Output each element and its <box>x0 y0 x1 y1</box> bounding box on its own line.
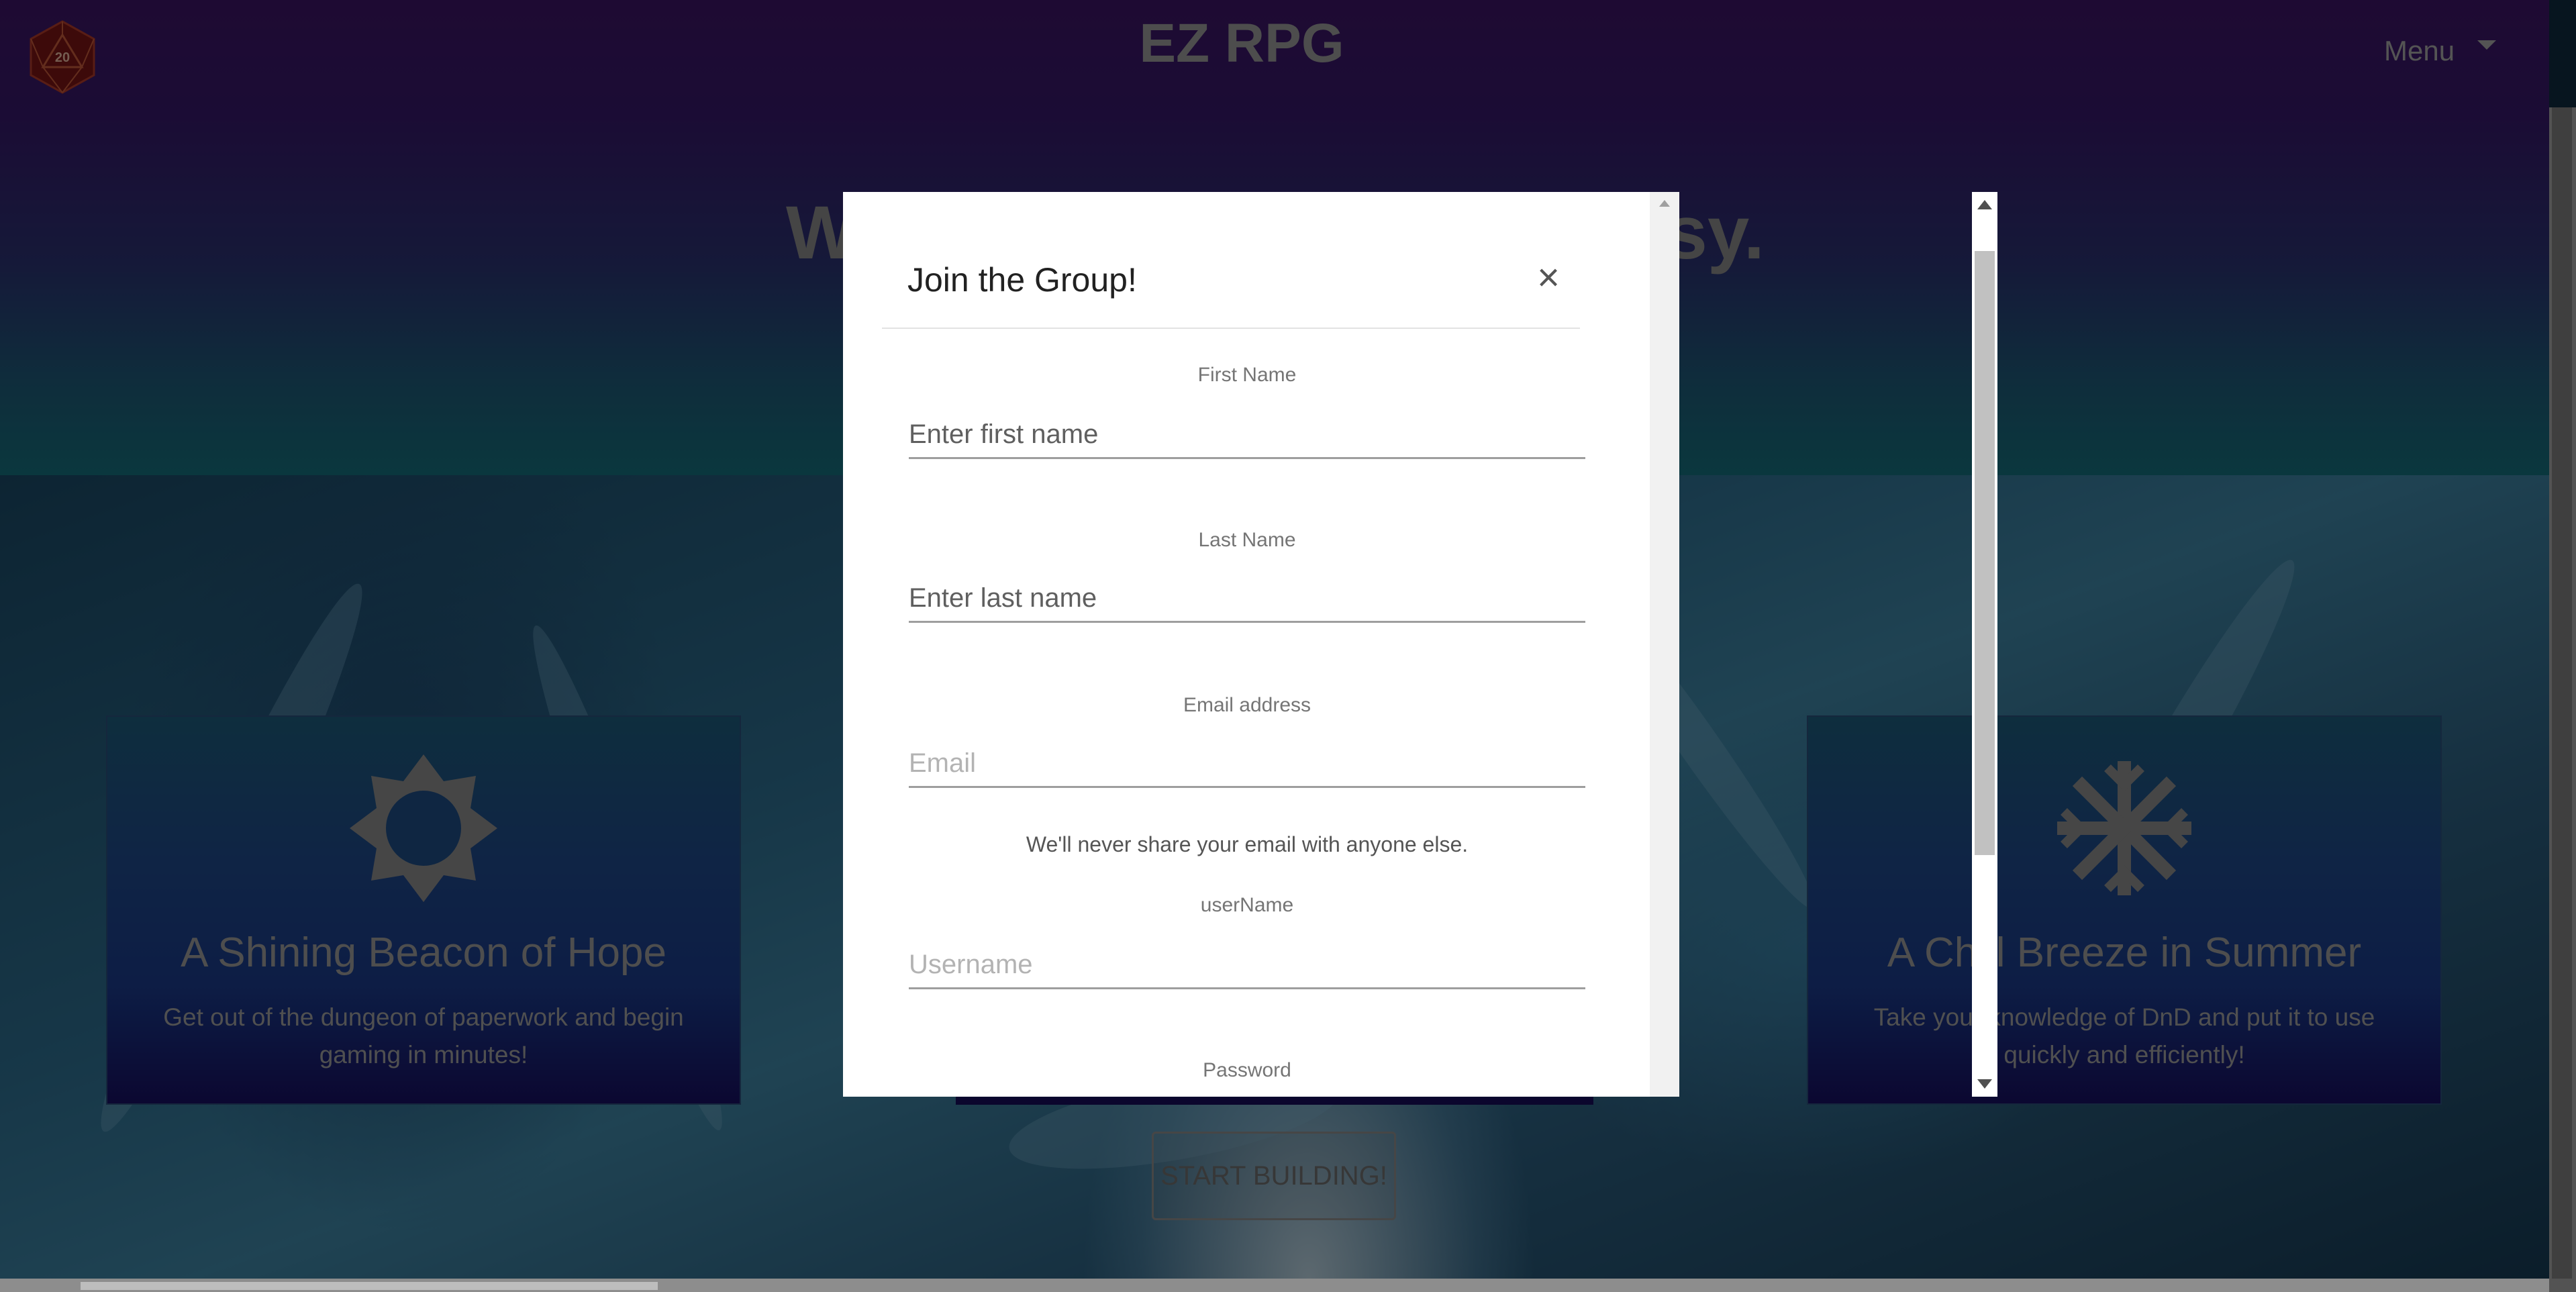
first-name-label: First Name <box>1197 364 1297 386</box>
modal-title: Join the Group! <box>907 261 1137 299</box>
horizontal-scrollbar-thumb[interactable] <box>81 1282 658 1290</box>
email-help-text: We'll never share your email with anyone… <box>1026 832 1469 856</box>
close-icon[interactable]: × <box>1537 258 1560 298</box>
scroll-up-arrow-icon[interactable] <box>1659 200 1670 207</box>
password-label: Password <box>1203 1059 1291 1081</box>
username-label: userName <box>1200 894 1294 916</box>
scroll-up-arrow-icon[interactable] <box>1977 200 1992 209</box>
last-name-label: Last Name <box>1198 529 1296 551</box>
scroll-down-arrow-icon[interactable] <box>1977 1079 1992 1089</box>
modal-header: Join the Group! × <box>882 258 1580 329</box>
email-label: Email address <box>1183 694 1311 716</box>
last-name-input[interactable] <box>909 576 1585 623</box>
modal-inner-scrollbar[interactable] <box>1650 192 1679 1097</box>
first-name-input[interactable] <box>909 412 1585 459</box>
email-input[interactable] <box>909 741 1585 788</box>
modal-scrollbar-thumb[interactable] <box>1975 251 1995 855</box>
username-input[interactable] <box>909 942 1585 989</box>
join-group-modal: Join the Group! × First Name Last Name E… <box>843 192 1679 1097</box>
